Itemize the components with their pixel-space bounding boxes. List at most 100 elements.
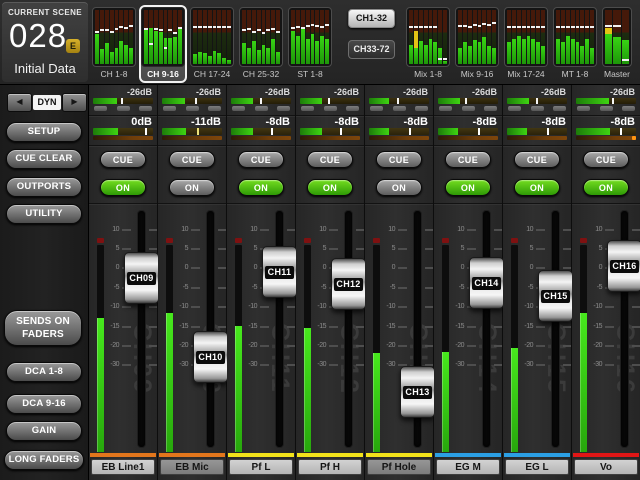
channel-name-box[interactable]: Pf L [229, 459, 293, 475]
nav-meter-level [159, 32, 163, 64]
channel-name-box[interactable]: Vo [574, 459, 638, 475]
scale-tick [191, 229, 200, 231]
channel-name-box[interactable]: EB Mic [160, 459, 224, 475]
fader-track[interactable] [551, 210, 560, 448]
on-button[interactable]: ON [583, 179, 629, 196]
level-meter-vertical-fill [166, 313, 173, 452]
dca-1-8-button[interactable]: DCA 1-8 [6, 362, 82, 382]
cue-button[interactable]: CUE [238, 151, 284, 168]
cue-clear-button[interactable]: CUE CLEAR [6, 149, 82, 169]
setup-button[interactable]: SETUP [6, 122, 82, 142]
cue-button[interactable]: CUE [583, 151, 629, 168]
nav-meter-column [536, 10, 540, 64]
prev-arrow-icon[interactable]: ◀ [7, 93, 32, 112]
scale-label: 5 [442, 245, 464, 252]
nav-meter-level [315, 41, 319, 64]
nav-block-mix-9-16[interactable]: Mix 9-16 [455, 7, 499, 81]
nav-meter-column [463, 10, 467, 64]
nav-block-master[interactable]: Master [602, 7, 632, 81]
level-meter-fill [507, 128, 527, 135]
on-button[interactable]: ON [514, 179, 560, 196]
long-faders-button[interactable]: LONG FADERS [4, 450, 84, 470]
scale-label: 0 [166, 264, 188, 271]
fader-track[interactable] [137, 210, 146, 448]
nav-meter-column [325, 10, 329, 64]
scale-tick [356, 248, 364, 250]
nav-meter-level [266, 48, 270, 64]
fader-knob-ch10[interactable]: CH10 [193, 331, 228, 383]
on-button[interactable]: ON [307, 179, 353, 196]
divider [365, 145, 433, 146]
dyn-threshold-value: -26dB [265, 87, 290, 97]
fader-knob-ch11[interactable]: CH11 [262, 246, 297, 298]
gain-button[interactable]: GAIN [6, 421, 82, 441]
channel-name-box[interactable]: EG M [436, 459, 500, 475]
fader-knob-ch13[interactable]: CH13 [400, 366, 435, 418]
sends-on-faders-button[interactable]: SENDS ON FADERS [4, 310, 82, 346]
cue-button[interactable]: CUE [445, 151, 491, 168]
nav-block-st-1-8[interactable]: ST 1-8 [288, 7, 332, 81]
scale-tick [287, 326, 295, 328]
nav-block-mt-1-8[interactable]: MT 1-8 [553, 7, 597, 81]
cue-button[interactable]: CUE [169, 151, 215, 168]
dyn-meter [93, 98, 153, 104]
nav-fader-dash [154, 28, 158, 30]
nav-fader-dash [105, 29, 109, 31]
cue-button[interactable]: CUE [100, 151, 146, 168]
outports-button[interactable]: OUTPORTS [6, 177, 82, 197]
on-button[interactable]: ON [100, 179, 146, 196]
nav-meter-column [95, 10, 99, 64]
fader-knob-ch09[interactable]: CH09 [124, 252, 159, 304]
scale-tick [425, 287, 433, 289]
dyn-indicators [163, 106, 221, 111]
nav-block-mix-17-24[interactable]: Mix 17-24 [504, 7, 548, 81]
dyn-meter-tick [536, 98, 538, 104]
nav-block-mix-1-8[interactable]: Mix 1-8 [406, 7, 450, 81]
nav-meter-level [178, 28, 182, 64]
channel-name-box[interactable]: EG L [505, 459, 569, 475]
on-button[interactable]: ON [238, 179, 284, 196]
fader-knob-ch15[interactable]: CH15 [538, 270, 573, 322]
nav-fader-dash [306, 25, 310, 27]
fader-track[interactable] [344, 210, 353, 448]
channel-name-box[interactable]: EB Line1 [91, 459, 155, 475]
dyn-meter-tick [121, 98, 123, 104]
fader-track[interactable] [482, 210, 491, 448]
channel-name-box[interactable]: Pf Hole [367, 459, 431, 475]
bank-button-ch1-32[interactable]: CH1-32 [348, 9, 395, 28]
on-button[interactable]: ON [376, 179, 422, 196]
nav-block-ch-17-24[interactable]: CH 17-24 [190, 7, 234, 81]
scale-label: -5 [442, 284, 464, 291]
fader-knob-label: CH13 [403, 386, 432, 399]
on-button[interactable]: ON [169, 179, 215, 196]
nav-fader-dash [424, 26, 428, 28]
next-arrow-icon[interactable]: ▶ [62, 93, 87, 112]
scale-tick [536, 345, 545, 347]
fader-knob-ch14[interactable]: CH14 [469, 257, 504, 309]
nav-fader-dash [419, 26, 423, 28]
scale-tick [149, 306, 157, 308]
fader-knob-label: CH16 [610, 260, 639, 273]
bank-button-ch33-72[interactable]: CH33-72 [348, 40, 395, 59]
nav-meter-level [605, 34, 612, 64]
nav-block-ch-1-8[interactable]: CH 1-8 [92, 7, 136, 81]
fader-knob-ch16[interactable]: CH16 [607, 240, 640, 292]
nav-block-ch-9-16[interactable]: CH 9-16 [139, 5, 187, 83]
nav-meter-level [124, 45, 128, 64]
cue-button[interactable]: CUE [307, 151, 353, 168]
cue-button[interactable]: CUE [514, 151, 560, 168]
dca-9-16-button[interactable]: DCA 9-16 [6, 394, 82, 414]
on-button[interactable]: ON [445, 179, 491, 196]
nav-block-ch-25-32[interactable]: CH 25-32 [239, 7, 283, 81]
nav-meter-column [541, 10, 545, 64]
cue-button[interactable]: CUE [376, 151, 422, 168]
nav-fader-dash [227, 26, 231, 28]
fader-knob-label: CH11 [265, 266, 294, 279]
utility-button[interactable]: UTILITY [6, 204, 82, 224]
current-scene-panel[interactable]: CURRENT SCENE 028 E Initial Data [2, 2, 88, 82]
nav-meter-column [227, 10, 231, 64]
channel-name-box[interactable]: Pf H [298, 459, 362, 475]
nav-meter-column [576, 10, 580, 64]
fader-track[interactable] [206, 210, 215, 448]
fader-knob-ch12[interactable]: CH12 [331, 258, 366, 310]
